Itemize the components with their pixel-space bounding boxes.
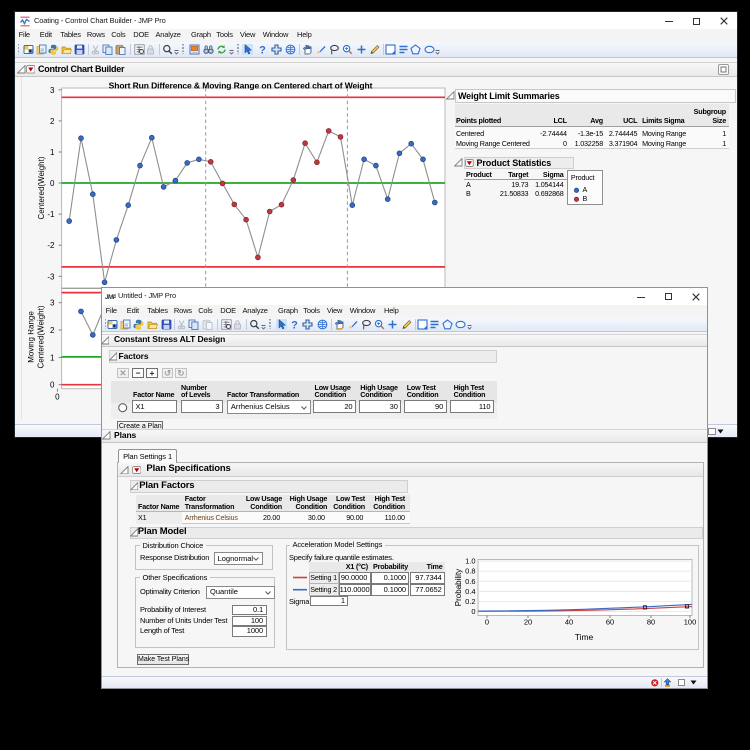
svg-text:0.4: 0.4 <box>465 587 475 596</box>
svg-text:?: ? <box>291 319 298 330</box>
svg-text:Centered(Weight): Centered(Weight) <box>37 305 46 368</box>
svg-text:3: 3 <box>50 86 55 95</box>
svg-text:100: 100 <box>684 618 697 627</box>
svg-text:0: 0 <box>55 393 60 402</box>
svg-text:2: 2 <box>50 326 55 335</box>
svg-text:0.2: 0.2 <box>465 597 475 606</box>
svg-text:20: 20 <box>524 618 532 627</box>
svg-text:Probability: Probability <box>454 569 463 606</box>
svg-text:1.0: 1.0 <box>465 557 475 566</box>
svg-text:0: 0 <box>50 179 55 188</box>
svg-text:?: ? <box>259 44 266 55</box>
svg-text:0.6: 0.6 <box>465 577 475 586</box>
svg-text:40: 40 <box>565 618 573 627</box>
svg-text:Time: Time <box>575 632 594 642</box>
svg-text:0: 0 <box>471 607 475 616</box>
svg-text:-3: -3 <box>47 272 55 281</box>
svg-text:Centered(Weight): Centered(Weight) <box>37 156 46 219</box>
svg-text:60: 60 <box>606 618 614 627</box>
svg-text:Moving Range: Moving Range <box>28 311 36 363</box>
svg-text:0.8: 0.8 <box>465 567 475 576</box>
svg-text:0: 0 <box>485 618 489 627</box>
svg-text:3: 3 <box>50 299 55 308</box>
svg-text:1: 1 <box>50 353 55 362</box>
svg-text:1: 1 <box>50 148 55 157</box>
svg-text:JMP: JMP <box>105 294 116 300</box>
svg-text:2: 2 <box>50 117 55 126</box>
svg-text:Short Run Difference & Moving: Short Run Difference & Moving Range on C… <box>109 81 373 91</box>
svg-text:-2: -2 <box>47 241 55 250</box>
svg-text:0: 0 <box>50 381 55 390</box>
svg-text:80: 80 <box>647 618 655 627</box>
svg-text:-1: -1 <box>47 210 55 219</box>
